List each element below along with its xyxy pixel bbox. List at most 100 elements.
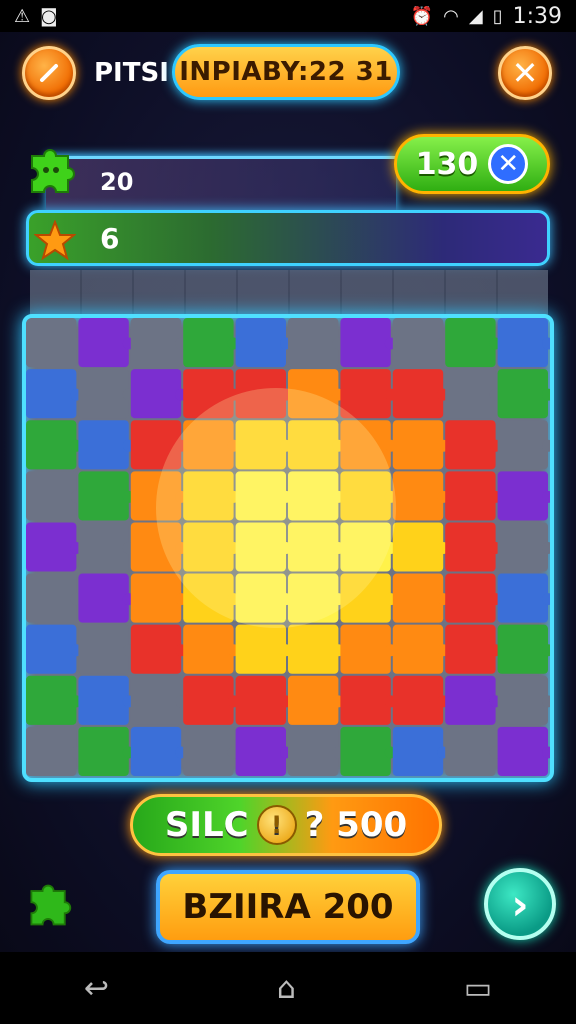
puzzle-piece[interactable] <box>130 675 182 725</box>
puzzle-piece[interactable] <box>392 675 444 725</box>
puzzle-piece[interactable] <box>497 573 548 623</box>
puzzle-piece[interactable] <box>26 726 77 776</box>
puzzle-piece[interactable] <box>26 573 77 623</box>
android-icon: ◙ <box>40 5 58 27</box>
puzzle-piece[interactable] <box>340 318 391 368</box>
puzzle-piece[interactable] <box>497 471 548 521</box>
puzzle-piece[interactable] <box>497 624 548 674</box>
puzzle-piece[interactable] <box>183 726 234 776</box>
back-icon[interactable]: ↩ <box>84 971 109 1006</box>
puzzle-piece[interactable] <box>130 318 182 368</box>
puzzle-piece[interactable] <box>130 624 182 674</box>
puzzle-piece[interactable] <box>183 318 234 368</box>
puzzle-piece[interactable] <box>183 624 234 674</box>
pencil-icon <box>40 64 58 82</box>
score-label: SILC <box>164 805 249 845</box>
puzzle-grid[interactable] <box>26 318 550 778</box>
recents-icon[interactable]: ▭ <box>464 971 492 1006</box>
puzzle-piece[interactable] <box>497 675 548 725</box>
puzzle-piece[interactable] <box>130 573 182 623</box>
puzzle-piece[interactable] <box>392 726 444 776</box>
puzzle-piece[interactable] <box>130 369 182 419</box>
star-icon <box>33 219 77 266</box>
puzzle-piece[interactable] <box>130 726 182 776</box>
puzzle-piece[interactable] <box>26 420 77 470</box>
puzzle-piece[interactable] <box>497 318 548 368</box>
puzzle-piece[interactable] <box>445 369 496 419</box>
close-circle-icon[interactable]: ✕ <box>488 144 529 184</box>
puzzle-piece[interactable] <box>26 369 77 419</box>
puzzle-piece[interactable] <box>78 471 129 521</box>
wifi-icon: ◠ <box>443 5 459 27</box>
puzzle-piece[interactable] <box>497 726 548 776</box>
next-button[interactable]: › <box>484 868 556 940</box>
stars-count: 6 <box>100 222 120 255</box>
puzzle-piece[interactable] <box>445 726 496 776</box>
alert-triangle-icon: ⚠ <box>14 5 31 27</box>
puzzle-board[interactable] <box>22 314 554 782</box>
signal-icon: ◢ <box>468 5 483 27</box>
pieces-progress-bar <box>46 156 396 212</box>
puzzle-piece[interactable] <box>78 726 129 776</box>
puzzle-piece-icon <box>24 144 78 202</box>
puzzle-piece[interactable] <box>26 624 77 674</box>
puzzle-piece[interactable] <box>78 522 129 572</box>
puzzle-piece[interactable] <box>235 675 286 725</box>
puzzle-piece[interactable] <box>392 522 444 572</box>
board-top-row <box>30 270 548 318</box>
puzzle-piece[interactable] <box>392 318 444 368</box>
puzzle-piece[interactable] <box>26 522 77 572</box>
score-pill: SILC ! ? 500 <box>130 794 442 856</box>
puzzle-piece[interactable] <box>497 369 548 419</box>
puzzle-piece[interactable] <box>78 624 129 674</box>
clock: 1:39 <box>512 3 562 29</box>
puzzle-piece[interactable] <box>445 675 496 725</box>
puzzle-piece[interactable] <box>392 573 444 623</box>
puzzle-piece[interactable] <box>26 675 77 725</box>
puzzle-piece[interactable] <box>392 369 444 419</box>
puzzle-piece[interactable] <box>340 369 391 419</box>
game-screen: PITSI INPIABY:22 31 ✕ 20 130 ✕ 6 SILC ! … <box>0 32 576 952</box>
puzzle-piece[interactable] <box>235 726 286 776</box>
puzzle-piece[interactable] <box>78 573 129 623</box>
puzzle-piece[interactable] <box>445 471 496 521</box>
puzzle-piece[interactable] <box>340 624 391 674</box>
coin-icon: ! <box>256 805 297 845</box>
puzzle-piece[interactable] <box>392 420 444 470</box>
puzzle-piece[interactable] <box>445 624 496 674</box>
puzzle-piece[interactable] <box>497 522 548 572</box>
puzzle-piece[interactable] <box>26 318 77 368</box>
puzzle-piece[interactable] <box>288 726 339 776</box>
puzzle-piece[interactable] <box>497 420 548 470</box>
puzzle-piece[interactable] <box>78 318 129 368</box>
puzzle-piece[interactable] <box>288 624 339 674</box>
puzzle-piece[interactable] <box>392 471 444 521</box>
puzzle-piece[interactable] <box>288 318 339 368</box>
close-icon: ✕ <box>511 54 539 92</box>
puzzle-piece[interactable] <box>445 573 496 623</box>
puzzle-piece[interactable] <box>26 471 77 521</box>
puzzle-piece[interactable] <box>235 318 286 368</box>
puzzle-piece[interactable] <box>78 369 129 419</box>
home-icon[interactable]: ⌂ <box>277 971 296 1006</box>
puzzle-piece[interactable] <box>392 624 444 674</box>
status-bar: ⚠ ◙ ⏰ ◠ ◢ ▯ 1:39 <box>0 0 576 32</box>
puzzle-piece[interactable] <box>340 726 391 776</box>
puzzle-piece[interactable] <box>340 675 391 725</box>
puzzle-piece[interactable] <box>78 675 129 725</box>
buy-button[interactable]: BZIIRA 200 <box>156 870 420 944</box>
close-button[interactable]: ✕ <box>498 46 552 100</box>
puzzle-piece-small-icon <box>24 880 74 934</box>
android-nav-bar: ↩ ⌂ ▭ <box>0 952 576 1024</box>
puzzle-piece[interactable] <box>445 318 496 368</box>
timer-pill: INPIABY:22 31 <box>172 44 400 100</box>
pieces-target-pill[interactable]: 130 ✕ <box>394 134 550 194</box>
puzzle-piece[interactable] <box>445 420 496 470</box>
edit-button[interactable] <box>22 46 76 100</box>
puzzle-piece[interactable] <box>235 624 286 674</box>
puzzle-piece[interactable] <box>288 675 339 725</box>
puzzle-piece[interactable] <box>445 522 496 572</box>
puzzle-piece[interactable] <box>183 675 234 725</box>
battery-icon: ▯ <box>492 5 503 27</box>
puzzle-piece[interactable] <box>78 420 129 470</box>
